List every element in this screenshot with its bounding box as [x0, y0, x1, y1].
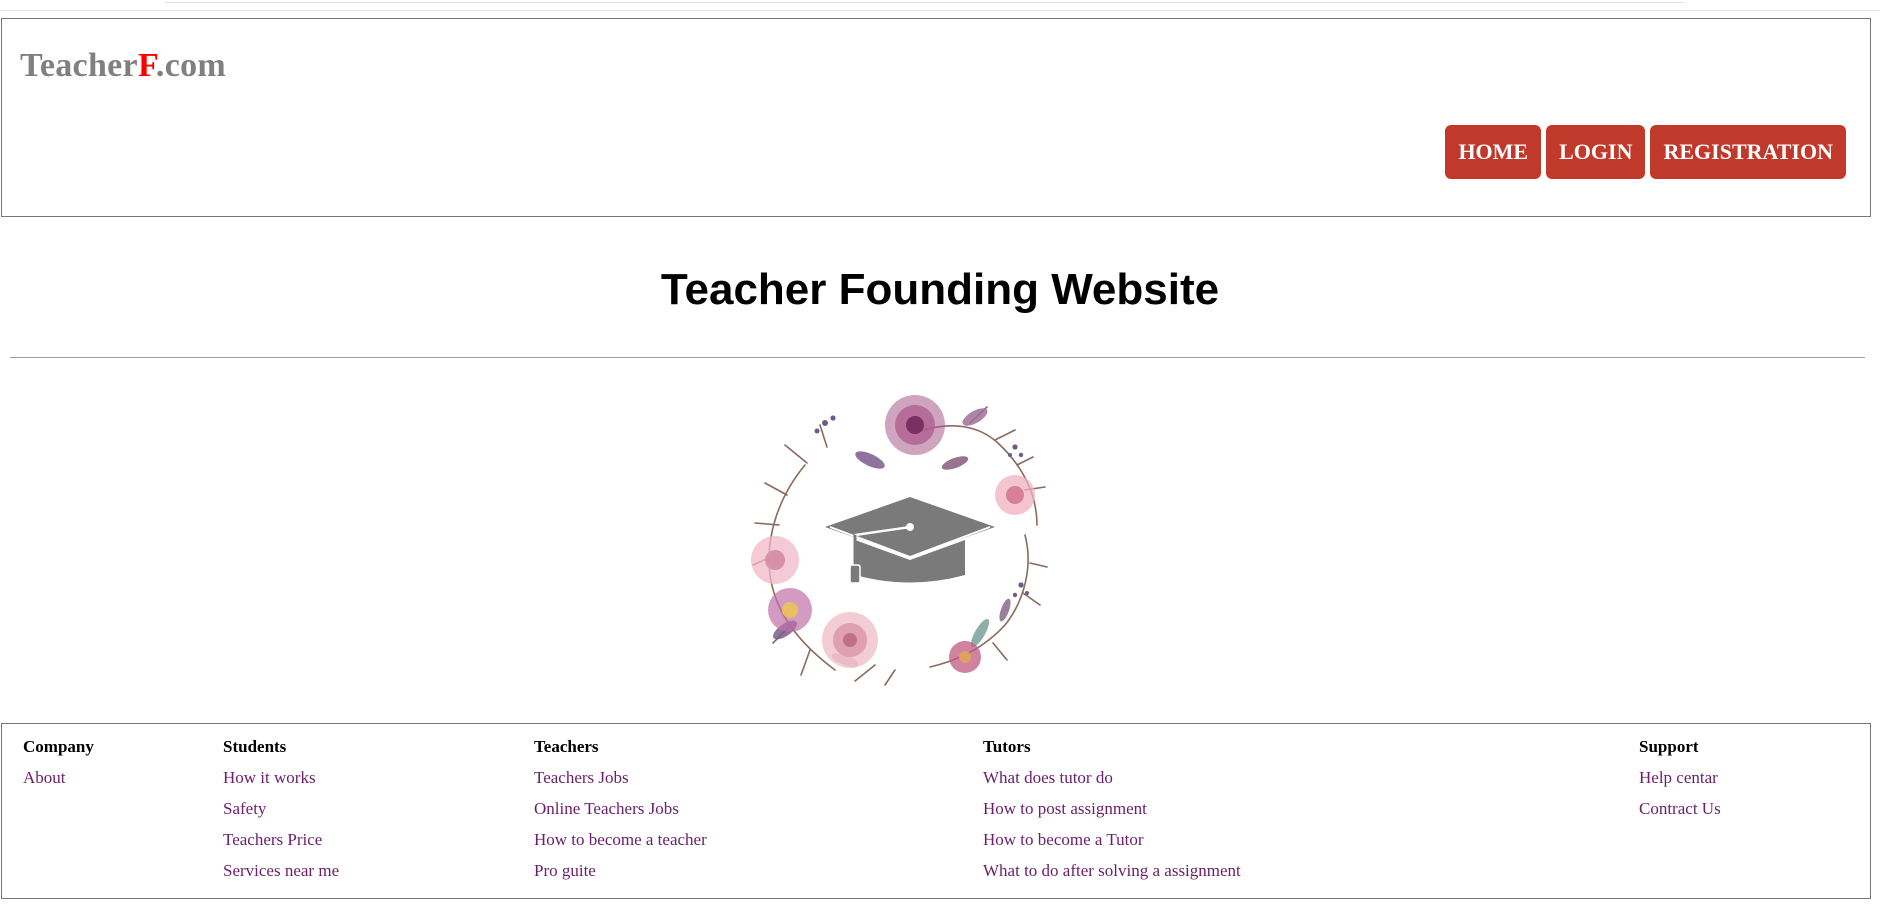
- home-button[interactable]: HOME: [1445, 125, 1542, 179]
- footer-link-post-assignment[interactable]: How to post assignment: [983, 799, 1241, 819]
- footer-heading-support: Support: [1639, 737, 1699, 756]
- footer-column-company: Company About: [23, 737, 94, 799]
- footer-link-about[interactable]: About: [23, 768, 94, 788]
- footer-heading-students: Students: [223, 737, 287, 756]
- footer-column-tutors: Tutors What does tutor do How to post as…: [983, 737, 1241, 892]
- site-header: TeacherF.com HOME LOGIN REGISTRATION: [1, 18, 1871, 217]
- main-nav: HOME LOGIN REGISTRATION: [1445, 125, 1846, 179]
- footer-heading-teachers: Teachers: [534, 737, 599, 756]
- footer-link-become-teacher[interactable]: How to become a teacher: [534, 830, 707, 850]
- site-footer: Company About Students How it works Safe…: [1, 723, 1871, 899]
- footer-column-teachers: Teachers Teachers Jobs Online Teachers J…: [534, 737, 707, 892]
- footer-link-pro-guite[interactable]: Pro guite: [534, 861, 707, 881]
- footer-column-students: Students How it works Safety Teachers Pr…: [223, 737, 339, 892]
- footer-link-what-tutor-do[interactable]: What does tutor do: [983, 768, 1241, 788]
- footer-heading-tutors: Tutors: [983, 737, 1031, 756]
- page-title: Teacher Founding Website: [660, 265, 1220, 314]
- logo-main-text: Teacher: [20, 47, 138, 84]
- footer-column-support: Support Help centar Contract Us: [1639, 737, 1721, 830]
- graduation-cap-icon: [825, 497, 995, 584]
- hero-illustration: [751, 395, 1048, 686]
- logo-accent-letter: F: [137, 47, 156, 84]
- footer-heading-company: Company: [23, 737, 94, 756]
- title-divider: [10, 357, 1865, 358]
- footer-link-services-near-me[interactable]: Services near me: [223, 861, 339, 881]
- footer-link-safety[interactable]: Safety: [223, 799, 339, 819]
- footer-link-online-teachers-jobs[interactable]: Online Teachers Jobs: [534, 799, 707, 819]
- registration-button[interactable]: REGISTRATION: [1650, 125, 1846, 179]
- footer-link-help-centar[interactable]: Help centar: [1639, 768, 1721, 788]
- footer-link-teachers-jobs[interactable]: Teachers Jobs: [534, 768, 707, 788]
- logo-suffix: .com: [155, 47, 227, 84]
- site-logo[interactable]: TeacherF.com: [20, 49, 226, 83]
- footer-link-teachers-price[interactable]: Teachers Price: [223, 830, 339, 850]
- footer-link-contract-us[interactable]: Contract Us: [1639, 799, 1721, 819]
- login-button[interactable]: LOGIN: [1546, 125, 1646, 179]
- browser-top-strip: [0, 0, 1880, 11]
- footer-link-become-tutor[interactable]: How to become a Tutor: [983, 830, 1241, 850]
- footer-link-how-it-works[interactable]: How it works: [223, 768, 339, 788]
- footer-link-after-assignment[interactable]: What to do after solving a assignment: [983, 861, 1241, 881]
- browser-bar-edge: [165, 0, 1685, 3]
